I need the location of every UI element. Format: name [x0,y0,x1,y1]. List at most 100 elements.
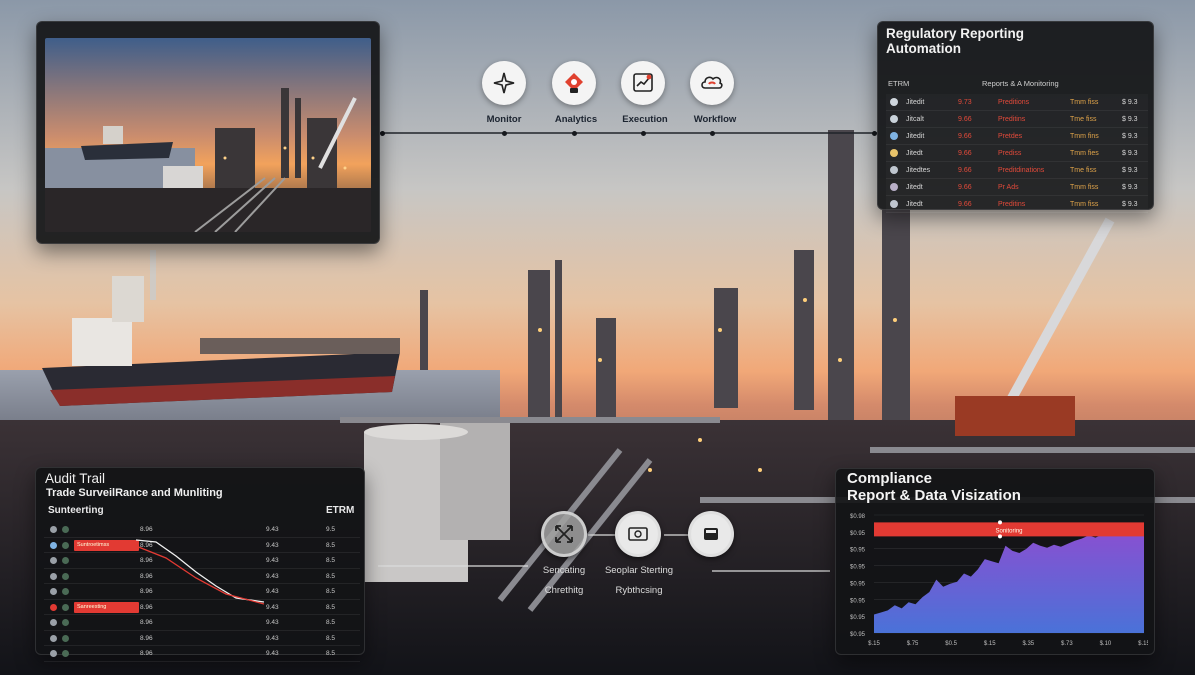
row-status-icon [890,200,898,208]
x-tick-label: $0.5 [945,641,957,647]
regulatory-panel-title: Regulatory Reporting Automation [886,26,1024,56]
connector-node [380,131,385,136]
regulatory-row[interactable]: Jitedit 9.73 Preditions Tmm fiss $ 9.3 [886,94,1148,111]
regulatory-cell-name: Jitedit [906,99,925,106]
regulatory-table-body: Jitedit 9.73 Preditions Tmm fiss $ 9.3 Jitcal… [886,94,1148,213]
sencating-button[interactable] [541,511,587,557]
y-tick-label: $0.95 [850,632,866,638]
workflow-label: Workflow [693,114,737,125]
x-tick-label: $.15 [1138,641,1148,647]
audit-cell-v1: 8.96 [140,619,153,626]
regulatory-row[interactable]: Jitedt 9.66 Preditins Tmm fiss $ 9.3 [886,196,1148,213]
audit-cell-v3: 8.5 [326,634,336,642]
seoplar-sterting-button[interactable] [615,511,661,557]
regulatory-cell-v3: Tmm fies [1070,150,1099,157]
audit-table-header: Sunteerting ETRM [44,502,360,520]
regulatory-row[interactable]: Jitedit 9.66 Pretdes Tmm fins $ 9.3 [886,128,1148,145]
regulatory-row[interactable]: Jitcalt 9.66 Preditins Tme fiss $ 9.3 [886,111,1148,128]
y-tick-label: $0.95 [850,531,866,537]
audit-flag: Sanreesting [74,601,139,613]
row-status-icon [50,572,57,580]
threshold-label: Sonitoring [995,528,1022,534]
regulatory-reporting-panel: Regulatory Reporting Automation ETRM Rep… [877,21,1154,213]
regulatory-cell-v2: Preditions [998,99,1030,106]
audit-cell-v1: 8.96 [140,634,153,642]
regulatory-row[interactable]: Jitedt 9.66 Pr Ads Tmm fiss $ 9.3 [886,179,1148,196]
row-status-icon [50,588,57,595]
audit-cell-v2: 9.43 [266,634,279,642]
row-badge-icon [62,588,69,595]
audit-cell-v1: 8.96 [140,526,153,533]
compliance-title-line2: Report & Data Visization [847,487,1021,504]
regulatory-cell-name: Jitedt [906,201,923,208]
audit-cell-v3: 8.5 [326,619,336,626]
row-status-icon [890,115,898,123]
regulatory-cell-v3: Tmm fiss [1070,201,1099,208]
workflow-button[interactable] [690,61,734,105]
audit-cell-v3: 8.5 [326,572,336,580]
audit-trace-line [136,539,265,605]
regulatory-title-line1: Regulatory Reporting [886,26,1025,41]
analytics-badge-icon [565,73,583,93]
regulatory-cell-v4: $ 9.3 [1122,116,1138,123]
row-badge-icon [62,557,69,564]
regulatory-cell-v1: 9.66 [958,201,972,208]
audit-row[interactable]: 8.96 9.43 9.5 [44,522,360,538]
connector-node [710,131,715,136]
regulatory-cell-v4: $ 9.3 [1122,201,1138,208]
money-card-icon [628,527,648,541]
regulatory-cell-name: Jitedit [906,133,925,140]
row-badge-icon [62,572,69,580]
rybthcsing-label: Rybthcsing [615,585,663,596]
storage-button[interactable] [688,511,734,557]
audit-cell-v3: 8.5 [326,603,336,611]
execution-button[interactable] [621,61,665,105]
regulatory-cell-v1: 9.66 [958,150,972,157]
monitor-button[interactable] [482,61,526,105]
x-tick-label: $.35 [1022,641,1034,647]
regulatory-row[interactable]: Jitedtes 9.66 Preditdinations Tme fiss $ 9.3 [886,162,1148,179]
crane-base [955,396,1075,436]
audit-row[interactable]: 8.96 9.43 8.5 [44,646,360,662]
x-tick-label: $.15 [868,641,880,647]
execution-label: Execution [622,114,668,125]
audit-row[interactable]: 8.96 9.43 8.5 [44,615,360,631]
seoplar-sterting-label: Seoplar Sterting [604,565,674,576]
regulatory-cell-name: Jitedtes [906,167,931,174]
audit-cell-v1: 8.96 [140,650,153,657]
regulatory-cell-v2: Pretdes [998,133,1023,140]
y-tick-label: $0.95 [850,565,866,571]
audit-cell-v3: 8.5 [326,541,336,549]
audit-cell-v2: 9.43 [266,526,279,533]
regulatory-cell-v2: Preditins [998,116,1026,123]
row-status-icon [50,650,57,657]
row-badge-icon [62,526,69,533]
header-etrm: ETRM [888,79,910,88]
regulatory-cell-name: Jitcalt [906,116,924,123]
regulatory-cell-v4: $ 9.3 [1122,167,1138,174]
workflow-cloud-icon [701,76,723,89]
header-etrm: ETRM [326,505,355,516]
row-status-icon [50,526,57,533]
compliance-area-chart: $0.98 $0.95 $0.95 $0.95 $0.95 $0.95 $0.95 $0.95… [850,514,1148,647]
row-status-icon [890,132,898,140]
regulatory-cell-v4: $ 9.3 [1122,133,1138,140]
x-tick-label: $.10 [1100,641,1112,647]
analytics-button[interactable] [552,61,596,105]
row-status-icon [50,619,57,626]
y-tick-label: $0.98 [850,514,866,520]
compliance-title-line1: Compliance [847,470,933,487]
audit-row[interactable]: 8.96 9.43 8.5 [44,631,360,646]
connector-node [641,131,646,136]
x-tick-label: $.73 [1061,641,1073,647]
audit-cell-v3: 8.5 [326,650,336,657]
compliance-report-panel: Compliance Report & Data Visization $0.9… [835,468,1155,655]
regulatory-title-line2: Automation [886,41,961,56]
audit-cell-v2: 9.43 [266,619,279,626]
regulatory-cell-name: Jitedt [906,150,923,157]
regulatory-cell-v4: $ 9.3 [1122,150,1138,157]
audit-cell-v3: 9.5 [326,526,336,533]
regulatory-table-header: ETRM Reports & A Monitoring [886,76,1146,92]
regulatory-cell-v3: Tmm fiss [1070,184,1099,191]
regulatory-row[interactable]: Jitedt 9.66 Prediss Tmm fies $ 9.3 [886,145,1148,162]
